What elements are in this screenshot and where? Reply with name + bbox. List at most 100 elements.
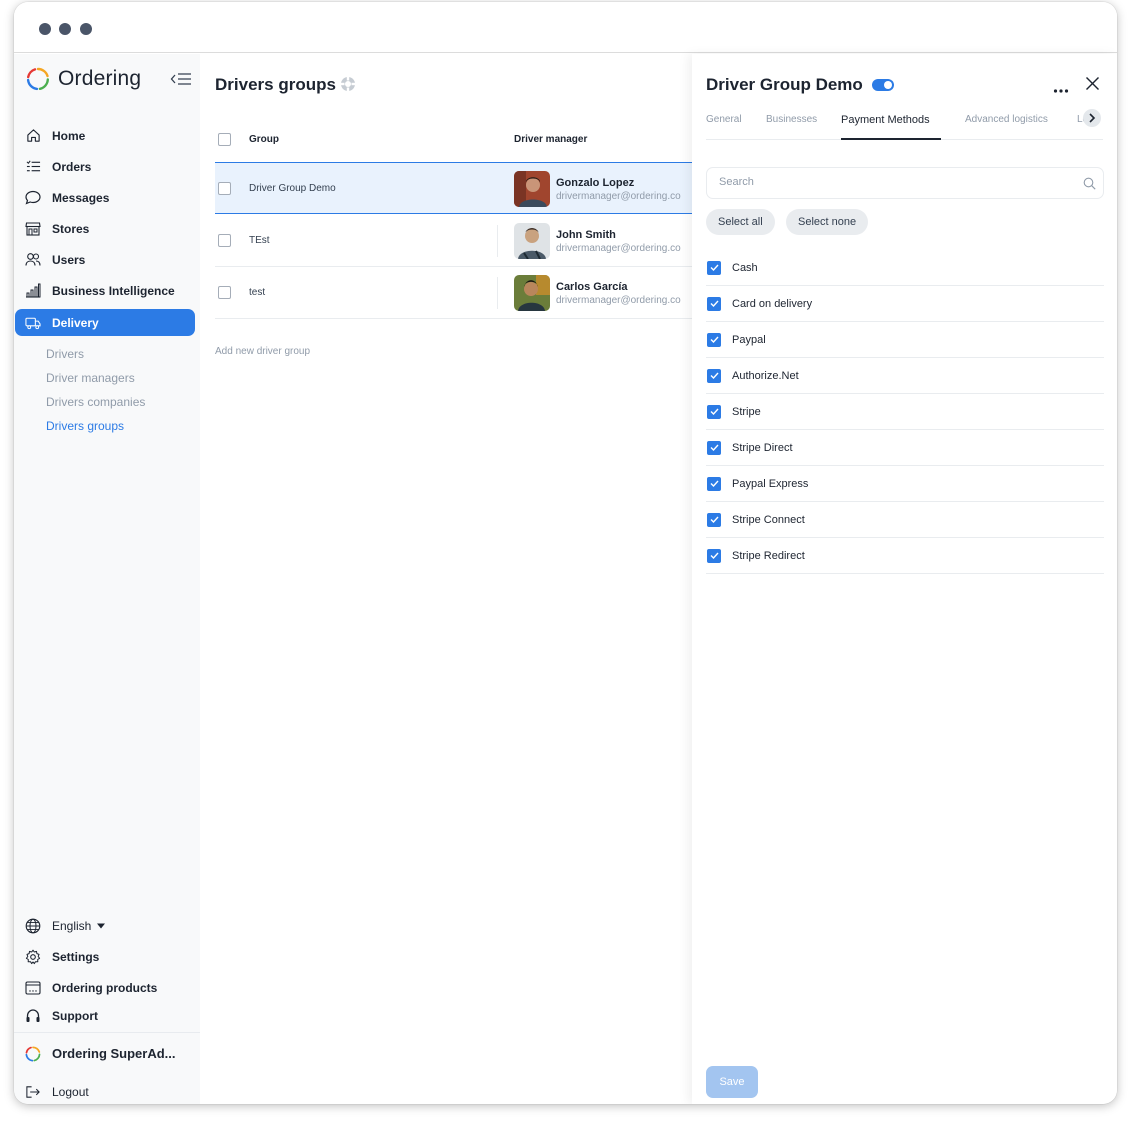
payment-method-label: Stripe Redirect [732,549,805,562]
sidebar-subitem-driver-managers[interactable]: Driver managers [46,371,135,385]
caret-down-icon [97,923,106,928]
save-button[interactable]: Save [706,1066,758,1098]
checkbox-checked[interactable] [707,440,721,455]
payment-method-row[interactable]: Stripe [706,394,1104,430]
sidebar-item-label: Messages [52,190,110,205]
close-icon[interactable] [1085,76,1100,96]
table-row[interactable]: test Carlos García drivermanager@orderin… [215,267,692,319]
table-row[interactable]: TEst John Smith drivermanager@ordering.c… [215,215,692,267]
driver-group-detail-panel: Driver Group Demo General Businesses Pay… [692,54,1117,1104]
page-title: Drivers groups [215,75,336,94]
language-label: English [52,918,92,933]
active-tab-underline [841,138,941,140]
sidebar-item-label: Delivery [52,315,99,330]
payment-method-row[interactable]: Authorize.Net [706,358,1104,394]
sidebar-item-label: Settings [52,949,100,964]
payment-method-row[interactable]: Cash [706,250,1104,286]
sidebar-item-label: Users [52,252,86,267]
message-bubble-icon [25,190,41,206]
sidebar-item-messages[interactable]: Messages [15,184,195,211]
checkbox-checked[interactable] [707,512,721,527]
sidebar-item-home[interactable]: Home [15,122,195,149]
payment-method-row[interactable]: Paypal [706,322,1104,358]
account-item[interactable]: Ordering SuperAd... [15,1040,195,1067]
payment-method-label: Authorize.Net [732,369,799,382]
checkbox-checked[interactable] [707,332,721,347]
payment-method-label: Card on delivery [732,297,813,310]
window-close-dot[interactable] [39,23,51,35]
collapse-sidebar-icon[interactable] [170,72,192,91]
select-none-button[interactable]: Select none [786,209,869,235]
manager-email: drivermanager@ordering.co [556,191,681,202]
sidebar-item-delivery[interactable]: Delivery [15,309,195,336]
sidebar-item-users[interactable]: Users [15,246,195,273]
sidebar-item-label: Logout [52,1084,89,1099]
search-box [706,167,1104,199]
payment-method-row[interactable]: Paypal Express [706,466,1104,502]
sidebar-item-settings[interactable]: Settings [15,943,195,970]
row-checkbox[interactable] [218,234,231,247]
enabled-toggle[interactable] [872,79,894,91]
checkbox-checked[interactable] [707,548,721,563]
select-all-rows-checkbox[interactable] [218,133,231,146]
tab-businesses[interactable]: Businesses [766,114,817,125]
sidebar-item-orders[interactable]: Orders [15,153,195,180]
sidebar-subitem-drivers-companies[interactable]: Drivers companies [46,395,145,409]
group-name: test [249,287,266,298]
payment-method-row[interactable]: Stripe Direct [706,430,1104,466]
add-driver-group-link[interactable]: Add new driver group [215,346,310,357]
sidebar-subitem-drivers-groups[interactable]: Drivers groups [46,419,124,433]
column-header-group[interactable]: Group [249,134,279,145]
checkbox-checked[interactable] [707,296,721,311]
checkbox-checked[interactable] [707,476,721,491]
window-titlebar [14,2,1117,53]
payment-method-row[interactable]: Stripe Connect [706,502,1104,538]
tab-general[interactable]: General [706,114,742,125]
column-header-driver-manager[interactable]: Driver manager [514,134,587,145]
tab-payment-methods[interactable]: Payment Methods [841,114,930,126]
sidebar-item-support[interactable]: Support [15,1002,195,1029]
payment-method-row[interactable]: Card on delivery [706,286,1104,322]
sidebar-item-label: Business Intelligence [52,283,175,298]
help-lifebuoy-icon[interactable] [340,76,356,97]
account-name: Ordering SuperAd... [52,1046,176,1061]
app-window: Ordering Home Orders Messages Stores Use… [14,2,1117,1104]
app-logo[interactable]: Ordering [26,67,141,91]
search-input[interactable] [719,176,1059,188]
window-minimize-dot[interactable] [59,23,71,35]
home-icon [25,128,41,144]
sidebar-divider [14,1032,200,1033]
search-icon[interactable] [1083,177,1096,195]
tabs-scroll-right-button[interactable] [1083,109,1101,127]
logout-item[interactable]: Logout [15,1078,195,1104]
more-options-icon[interactable] [1053,81,1069,99]
group-name: TEst [249,235,270,246]
sidebar-item-label: Support [52,1008,98,1023]
checkbox-checked[interactable] [707,260,721,275]
store-icon [25,221,41,237]
tab-advanced-logistics[interactable]: Advanced logistics [965,114,1048,125]
sidebar-item-label: Home [52,128,86,143]
sidebar-item-ordering-products[interactable]: Ordering products [15,974,195,1001]
sidebar-item-stores[interactable]: Stores [15,215,195,242]
manager-email: drivermanager@ordering.co [556,243,681,254]
chevron-right-icon [1089,113,1096,123]
window-maximize-dot[interactable] [80,23,92,35]
payment-method-label: Stripe Direct [732,441,793,454]
checkbox-checked[interactable] [707,404,721,419]
checkmark-icon [710,264,719,271]
language-selector[interactable]: English [15,912,195,939]
row-checkbox[interactable] [218,182,231,195]
panel-tabs: General Businesses Payment Methods Advan… [706,112,1103,140]
ordering-logo-icon [25,1045,41,1062]
checkbox-checked[interactable] [707,368,721,383]
sidebar-subitem-drivers[interactable]: Drivers [46,347,84,361]
table-row[interactable]: Driver Group Demo Gonzalo Lopez driverma… [215,162,692,214]
row-checkbox[interactable] [218,286,231,299]
main-content: Drivers groups Group Driver manager Driv… [200,54,692,1104]
payment-method-row[interactable]: Stripe Redirect [706,538,1104,574]
sidebar-item-label: Ordering products [52,980,158,995]
payment-method-label: Paypal Express [732,477,809,490]
select-all-button[interactable]: Select all [706,209,775,235]
sidebar-item-business-intelligence[interactable]: Business Intelligence [15,277,195,304]
